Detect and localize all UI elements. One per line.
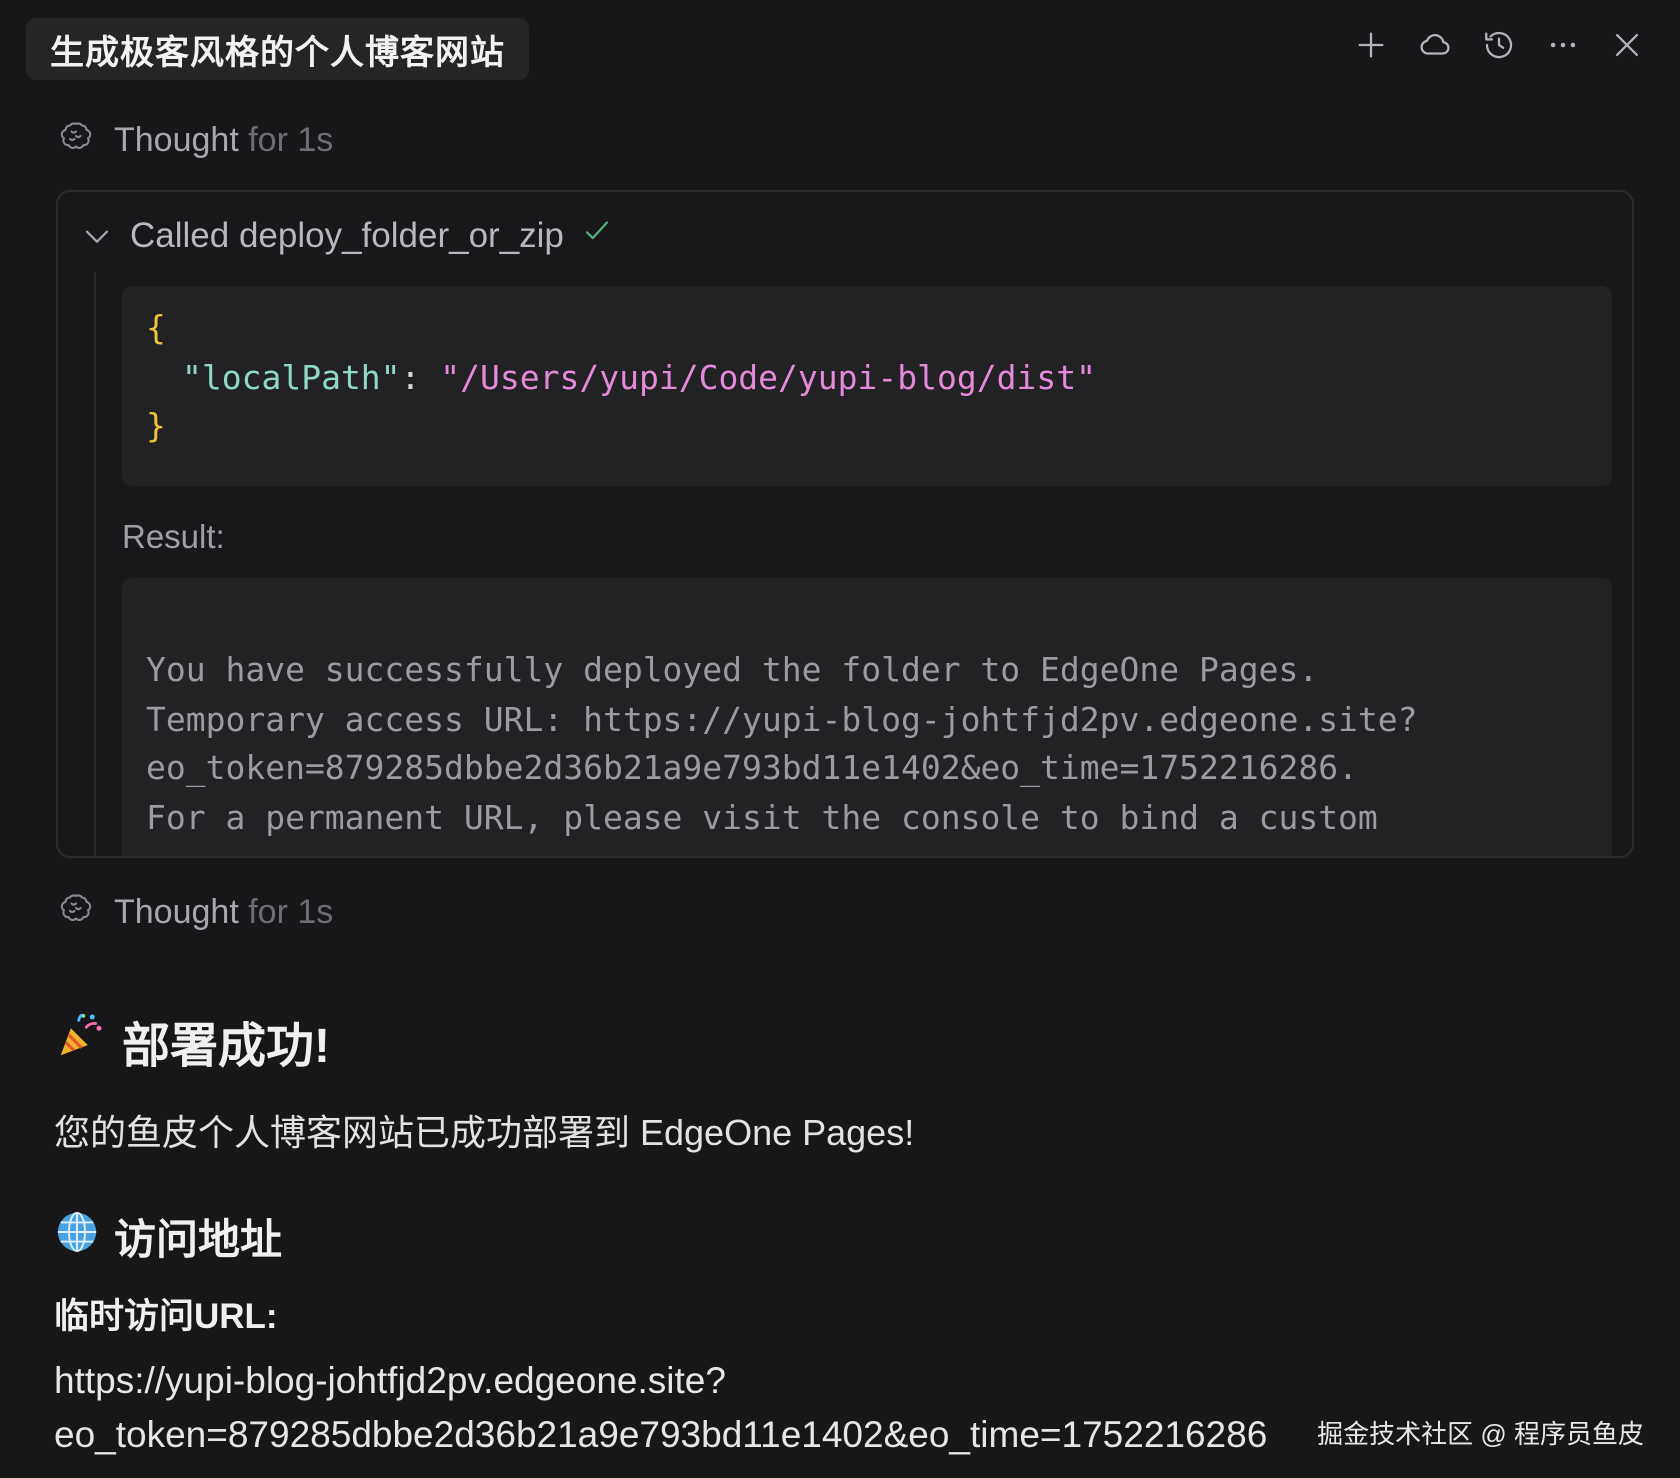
thought-label: Thought: [114, 121, 239, 159]
json-colon: :: [400, 358, 441, 397]
plus-icon: [1358, 32, 1384, 58]
thought-indicator[interactable]: Thought for 1s: [58, 118, 333, 163]
json-close-brace: }: [146, 406, 166, 445]
json-argument-line: "localPath": "/Users/yupi/Code/yupi-blog…: [182, 358, 1096, 397]
result-line: Temporary access URL: https://yupi-blog-…: [146, 700, 1418, 739]
json-value: "/Users/yupi/Code/yupi-blog/dist": [440, 358, 1096, 397]
success-heading: 部署成功!: [54, 1006, 330, 1076]
check-icon: [580, 214, 614, 257]
success-message: 您的鱼皮个人博客网站已成功部署到 EdgeOne Pages!: [54, 1112, 915, 1153]
history-button[interactable]: [1480, 26, 1518, 64]
access-address-heading: 访问地址: [54, 1206, 282, 1267]
success-heading-text: 部署成功!: [122, 1020, 330, 1073]
top-bar: 生成极客风格的个人博客网站: [0, 0, 1680, 100]
new-chat-button[interactable]: [1352, 26, 1390, 64]
tool-call-body: { "localPath": "/Users/yupi/Code/yupi-bl…: [94, 272, 1616, 856]
temp-url-label: 临时访问URL:: [54, 1297, 278, 1336]
result-label: Result:: [122, 518, 225, 555]
chat-title-tab[interactable]: 生成极客风格的个人博客网站: [26, 18, 529, 80]
cloud-button[interactable]: [1416, 26, 1454, 64]
result-output: You have successfully deployed the folde…: [122, 578, 1612, 856]
tool-call-label: Called deploy_folder_or_zip: [130, 215, 564, 255]
result-line: For a permanent URL, please visit the co…: [146, 798, 1378, 837]
tool-call-header[interactable]: Called deploy_folder_or_zip: [80, 214, 614, 257]
access-address-heading-text: 访问地址: [114, 1216, 283, 1263]
chat-title: 生成极客风格的个人博客网站: [50, 33, 505, 72]
thought-indicator[interactable]: Thought for 1s: [58, 890, 333, 935]
cloud-icon: [1420, 34, 1450, 55]
more-button[interactable]: [1544, 26, 1582, 64]
tool-call-card: Called deploy_folder_or_zip { "localPath…: [56, 190, 1634, 858]
thought-duration: for 1s: [238, 121, 334, 159]
result-line: You have successfully deployed the folde…: [146, 650, 1319, 689]
brain-icon: [58, 118, 94, 163]
party-popper-icon: [54, 1008, 108, 1074]
result-line: eo_token=879285dbbe2d36b21a9e793bd11e140…: [146, 748, 1358, 787]
temp-url-link[interactable]: https://yupi-blog-johtfjd2pv.edgeone.sit…: [54, 1360, 726, 1402]
globe-icon: [54, 1209, 100, 1265]
thought-label: Thought: [114, 893, 239, 931]
brain-icon: [58, 890, 94, 935]
arguments-code-block: { "localPath": "/Users/yupi/Code/yupi-bl…: [122, 286, 1612, 486]
json-open-brace: {: [146, 308, 166, 347]
thought-duration: for 1s: [238, 893, 334, 931]
temp-url-link-continued[interactable]: eo_token=879285dbbe2d36b21a9e793bd11e140…: [54, 1414, 1267, 1456]
toolbar: [1352, 26, 1646, 64]
history-icon: [1485, 31, 1513, 59]
close-icon: [1615, 33, 1639, 57]
close-button[interactable]: [1608, 26, 1646, 64]
json-key: "localPath": [182, 358, 401, 397]
chevron-down-icon: [85, 230, 109, 243]
more-icon: [1550, 42, 1576, 48]
watermark: 掘金技术社区 @ 程序员鱼皮: [1317, 1419, 1644, 1449]
